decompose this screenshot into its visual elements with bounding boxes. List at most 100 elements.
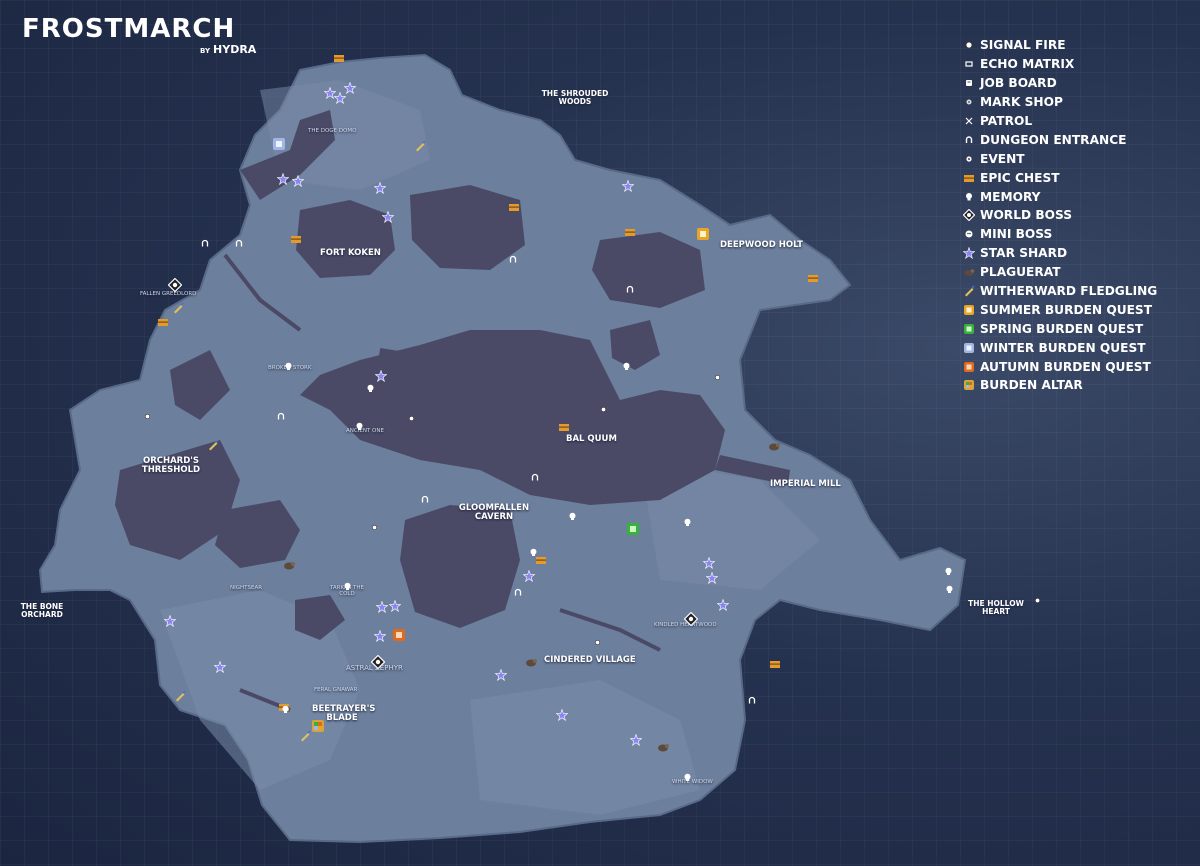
dungeon-entrance-icon[interactable] (626, 278, 634, 297)
star-shard-icon[interactable] (291, 172, 305, 191)
autumn-burden-quest-icon[interactable] (392, 627, 406, 646)
memory-icon[interactable] (343, 576, 352, 595)
legend-item-witherward-fledgling[interactable]: WITHERWARD FLEDGLING (962, 282, 1157, 301)
star-shard-icon[interactable] (163, 612, 177, 631)
legend-item-patrol[interactable]: PATROL (962, 112, 1157, 131)
legend-item-job-board[interactable]: JOB BOARD (962, 74, 1157, 93)
signal-fire-icon[interactable] (144, 405, 151, 424)
memory-icon[interactable] (944, 561, 953, 580)
location-bal-quum[interactable]: BAL QUUM (566, 435, 617, 444)
dungeon-entrance-icon[interactable] (235, 232, 243, 251)
dungeon-entrance-icon[interactable] (421, 488, 429, 507)
memory-icon[interactable] (683, 512, 692, 531)
epic-chest-icon[interactable] (535, 550, 547, 569)
star-shard-icon[interactable] (374, 367, 388, 386)
signal-fire-icon[interactable] (714, 366, 721, 385)
winter-burden-quest-icon[interactable] (272, 136, 286, 155)
star-shard-icon[interactable] (522, 567, 536, 586)
memory-icon[interactable] (945, 579, 954, 598)
epic-chest-icon[interactable] (558, 417, 570, 436)
legend-item-burden-altar[interactable]: BURDEN ALTAR (962, 376, 1157, 395)
signal-fire-icon[interactable] (408, 407, 415, 426)
epic-chest-icon[interactable] (157, 312, 169, 331)
legend-item-autumn-burden-quest[interactable]: AUTUMN BURDEN QUEST (962, 357, 1157, 376)
star-shard-icon[interactable] (716, 596, 730, 615)
legend-item-event[interactable]: EVENT (962, 149, 1157, 168)
plaguerat-icon[interactable] (524, 654, 538, 673)
star-shard-icon[interactable] (373, 179, 387, 198)
epic-chest-icon[interactable] (769, 654, 781, 673)
memory-icon[interactable] (366, 378, 375, 397)
witherward-fledgling-icon[interactable] (414, 137, 426, 156)
burden-altar-icon[interactable] (311, 718, 325, 737)
location-orchards-threshold[interactable]: ORCHARD'S THRESHOLD (140, 457, 202, 475)
star-shard-icon[interactable] (343, 79, 357, 98)
legend-item-epic-chest[interactable]: EPIC CHEST (962, 168, 1157, 187)
dungeon-entrance-icon[interactable] (531, 466, 539, 485)
star-shard-icon[interactable] (381, 208, 395, 227)
memory-icon[interactable] (568, 506, 577, 525)
signal-fire-icon[interactable] (594, 631, 601, 650)
star-shard-icon[interactable] (494, 666, 508, 685)
legend-item-signal-fire[interactable]: SIGNAL FIRE (962, 36, 1157, 55)
star-shard-icon[interactable] (705, 569, 719, 588)
signal-fire-icon[interactable] (1034, 589, 1041, 608)
location-the-doge-domo[interactable]: THE DOGE DOMO (308, 128, 356, 135)
memory-icon[interactable] (355, 416, 364, 435)
signal-fire-icon[interactable] (600, 398, 607, 417)
star-shard-icon[interactable] (276, 170, 290, 189)
location-the-bone-orchard[interactable]: THE BONE ORCHARD (14, 603, 70, 619)
signal-fire-icon[interactable] (371, 516, 378, 535)
location-imperial-mill[interactable]: IMPERIAL MILL (770, 480, 841, 489)
legend-item-world-boss[interactable]: WORLD BOSS (962, 206, 1157, 225)
world-boss-icon[interactable] (683, 611, 699, 630)
world-boss-icon[interactable] (167, 277, 183, 296)
star-shard-icon[interactable] (555, 706, 569, 725)
witherward-fledgling-icon[interactable] (299, 727, 311, 746)
witherward-fledgling-icon[interactable] (207, 436, 219, 455)
epic-chest-icon[interactable] (624, 222, 636, 241)
epic-chest-icon[interactable] (807, 268, 819, 287)
location-the-hollow-heart[interactable]: THE HOLLOW HEART (962, 600, 1030, 616)
legend-item-star-shard[interactable]: STAR SHARD (962, 244, 1157, 263)
location-white-widow[interactable]: WHITE WIDOW (672, 779, 713, 786)
dungeon-entrance-icon[interactable] (277, 405, 285, 424)
star-shard-icon[interactable] (388, 597, 402, 616)
dungeon-entrance-icon[interactable] (201, 232, 209, 251)
witherward-fledgling-icon[interactable] (174, 687, 186, 706)
star-shard-icon[interactable] (375, 598, 389, 617)
location-feral-gnawar[interactable]: FERAL GNAWAR (314, 687, 357, 694)
plaguerat-icon[interactable] (767, 438, 781, 457)
legend-item-plaguerat[interactable]: PLAGUERAT (962, 263, 1157, 282)
location-deepwood-holt[interactable]: DEEPWOOD HOLT (720, 241, 803, 250)
location-cindered-village[interactable]: CINDERED VILLAGE (544, 656, 636, 665)
star-shard-icon[interactable] (621, 177, 635, 196)
location-fort-koken[interactable]: FORT KOKEN (320, 249, 381, 258)
location-gloomfallen-cavern[interactable]: GLOOMFALLEN CAVERN (456, 504, 532, 522)
location-the-shrouded-woods[interactable]: THE SHROUDED WOODS (536, 90, 614, 106)
witherward-fledgling-icon[interactable] (172, 299, 184, 318)
star-shard-icon[interactable] (373, 627, 387, 646)
legend-item-spring-burden-quest[interactable]: SPRING BURDEN QUEST (962, 319, 1157, 338)
dungeon-entrance-icon[interactable] (748, 689, 756, 708)
legend-item-summer-burden-quest[interactable]: SUMMER BURDEN QUEST (962, 300, 1157, 319)
epic-chest-icon[interactable] (333, 48, 345, 67)
epic-chest-icon[interactable] (290, 229, 302, 248)
epic-chest-icon[interactable] (508, 197, 520, 216)
legend-item-mark-shop[interactable]: MARK SHOP (962, 93, 1157, 112)
location-nightsear[interactable]: NIGHTSEAR (230, 585, 262, 592)
summer-burden-quest-icon[interactable] (696, 226, 710, 245)
memory-icon[interactable] (622, 356, 631, 375)
legend-item-winter-burden-quest[interactable]: WINTER BURDEN QUEST (962, 338, 1157, 357)
plaguerat-icon[interactable] (282, 557, 296, 576)
star-shard-icon[interactable] (629, 731, 643, 750)
spring-burden-quest-icon[interactable] (626, 521, 640, 540)
location-ancient-one[interactable]: ANCIENT ONE (346, 428, 384, 435)
memory-icon[interactable] (281, 699, 290, 718)
dungeon-entrance-icon[interactable] (509, 248, 517, 267)
star-shard-icon[interactable] (213, 658, 227, 677)
legend-item-dungeon-entrance[interactable]: DUNGEON ENTRANCE (962, 130, 1157, 149)
plaguerat-icon[interactable] (656, 739, 670, 758)
legend-item-memory[interactable]: MEMORY (962, 187, 1157, 206)
legend-item-mini-boss[interactable]: MINI BOSS (962, 225, 1157, 244)
